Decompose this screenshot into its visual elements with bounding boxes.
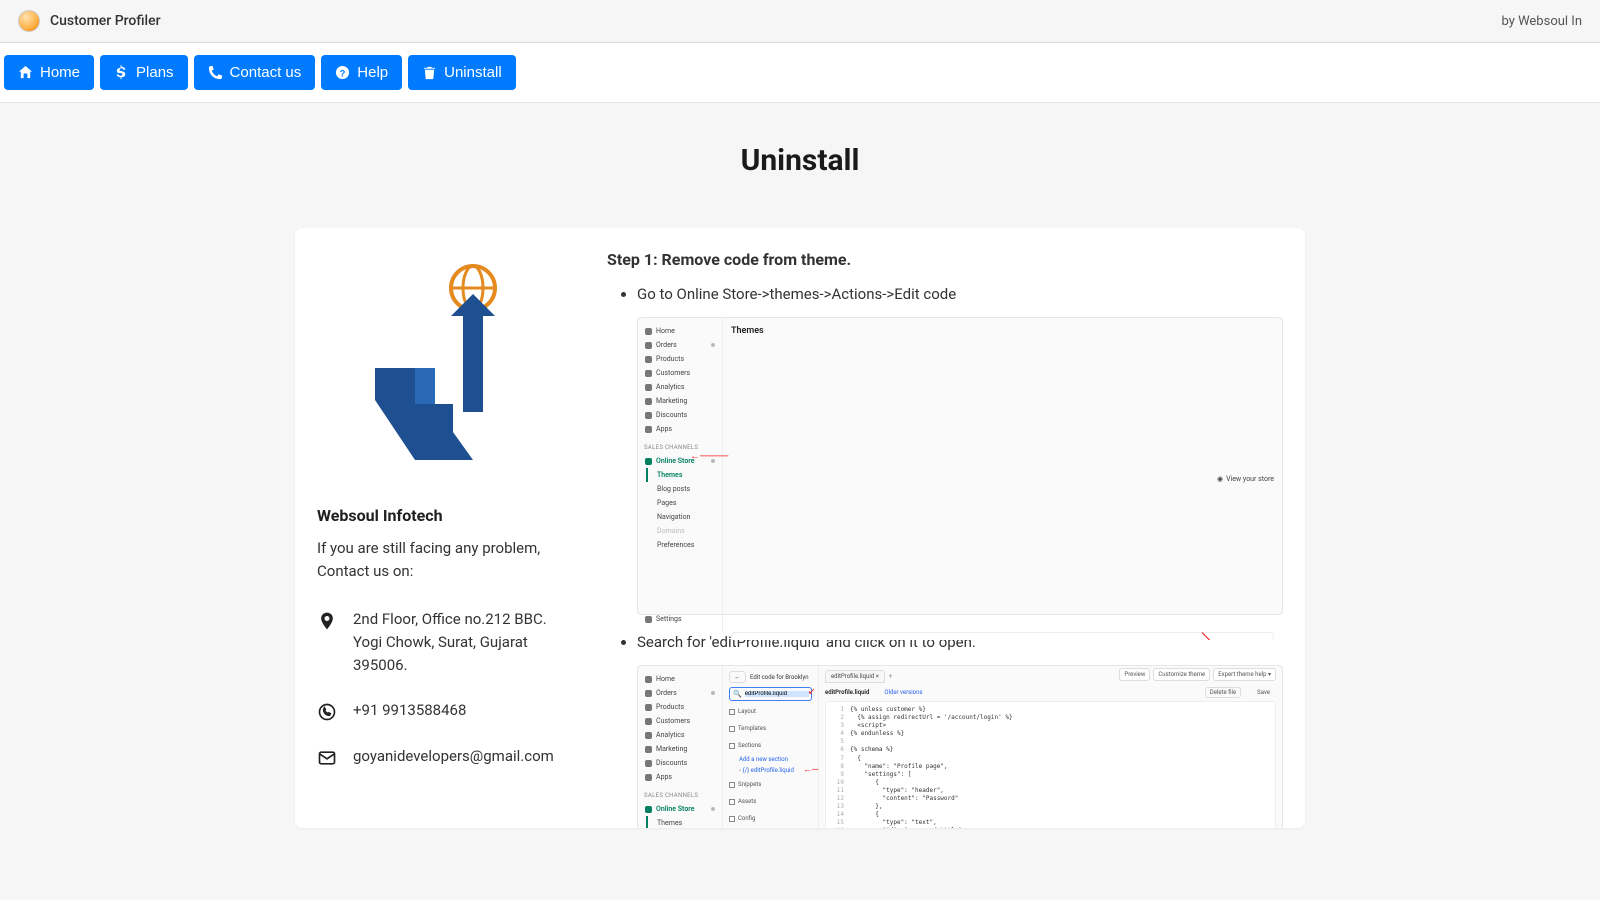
contact-address: 2nd Floor, Office no.212 BBC. Yogi Chowk… — [317, 608, 563, 678]
home-icon — [18, 65, 33, 80]
company-logo — [317, 250, 563, 506]
step1-list: Go to Online Store->themes->Actions->Edi… — [607, 285, 1283, 828]
app-byline: by Websoul In — [1501, 14, 1582, 29]
phone-icon — [208, 65, 223, 80]
nav-uninstall-button[interactable]: Uninstall — [408, 55, 516, 90]
nav-home-button[interactable]: Home — [4, 55, 94, 90]
support-text: If you are still facing any problem, Con… — [317, 537, 563, 584]
topbar-left: Customer Profiler — [18, 10, 161, 32]
nav-home-label: Home — [40, 64, 80, 81]
nav-help-label: Help — [357, 64, 388, 81]
instructions-panel[interactable]: Step 1: Remove code from theme. Go to On… — [585, 228, 1305, 828]
code-block: 1{% unless customer %} 2 {% assign redir… — [825, 701, 1276, 828]
page-title: Uninstall — [295, 143, 1305, 178]
nav-contact-button[interactable]: Contact us — [194, 55, 316, 90]
address-text: 2nd Floor, Office no.212 BBC. Yogi Chowk… — [353, 608, 563, 678]
nav-plans-button[interactable]: Plans — [100, 55, 188, 90]
contact-email: goyanidevelopers@gmail.com — [317, 745, 563, 768]
question-icon: ? — [335, 65, 350, 80]
app-title: Customer Profiler — [50, 13, 161, 29]
step1-title: Step 1: Remove code from theme. — [607, 250, 1283, 269]
shopify-editcode-screenshot: Home Orders Products Customers Analytics… — [637, 665, 1283, 828]
nav-plans-label: Plans — [136, 64, 174, 81]
shopify-sidenav: Home Orders Products Customers Analytics… — [638, 318, 723, 632]
themes-heading: Themes — [731, 326, 764, 632]
dollar-icon — [114, 65, 129, 80]
step1-goto-item: Go to Online Store->themes->Actions->Edi… — [637, 285, 1283, 303]
app-avatar-icon — [18, 10, 40, 32]
shopify-sidenav-2: Home Orders Products Customers Analytics… — [638, 666, 723, 828]
contact-phone: +91 9913588468 — [317, 699, 563, 722]
nav-contact-label: Contact us — [230, 64, 302, 81]
email-text: goyanidevelopers@gmail.com — [353, 745, 554, 768]
shopify-themes-screenshot: Home Orders Products Customers Analytics… — [637, 317, 1283, 615]
company-sidebar: Websoul Infotech If you are still facing… — [295, 228, 585, 828]
company-name: Websoul Infotech — [317, 506, 563, 525]
map-pin-icon — [317, 611, 337, 631]
envelope-icon — [317, 748, 337, 768]
trash-icon — [422, 65, 437, 80]
svg-text:?: ? — [340, 68, 346, 78]
phone-text: +91 9913588468 — [353, 699, 466, 722]
file-search-input — [745, 691, 809, 697]
nav-uninstall-label: Uninstall — [444, 64, 502, 81]
websoul-logo-icon — [355, 260, 525, 480]
nav-bar: Home Plans Contact us ? Help Uninstall — [0, 43, 1600, 103]
whatsapp-icon — [317, 702, 337, 722]
content-card: Websoul Infotech If you are still facing… — [295, 228, 1305, 828]
page-container: Uninstall Websoul Infotech If you are st… — [295, 103, 1305, 828]
file-tree-column: ←Edit code for Brooklyn 🔍↙ Layout Templa… — [723, 666, 819, 828]
app-frame-topbar: Customer Profiler by Websoul In — [0, 0, 1600, 43]
view-store-link: ◉ View your store — [1217, 326, 1274, 632]
nav-help-button[interactable]: ? Help — [321, 55, 402, 90]
code-editor: Preview Customize theme Expert theme hel… — [819, 666, 1282, 828]
